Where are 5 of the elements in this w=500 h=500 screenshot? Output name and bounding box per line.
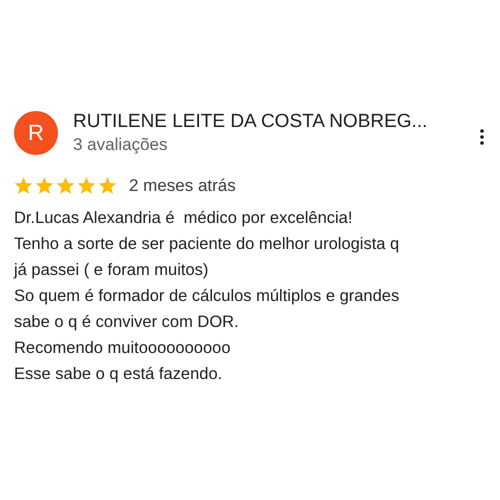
review-count: 3 avaliações: [73, 134, 169, 156]
author-name[interactable]: RUTILENE LEITE DA COSTA NOBREG...: [73, 110, 470, 134]
avatar: R: [14, 111, 58, 155]
review-date: 2 meses atrás: [129, 176, 236, 196]
review-text: Dr.Lucas Alexandria é médico por excelência! Tenho a sorte de ser paciente do melhor urologista q já passei ( e foram muitos) So quem é formador de cálculos múltiplos e grandes sabe o q é conviver com DOR. Recomendo muitoooooooooo Esse sabe o q está fazendo.: [14, 208, 400, 385]
